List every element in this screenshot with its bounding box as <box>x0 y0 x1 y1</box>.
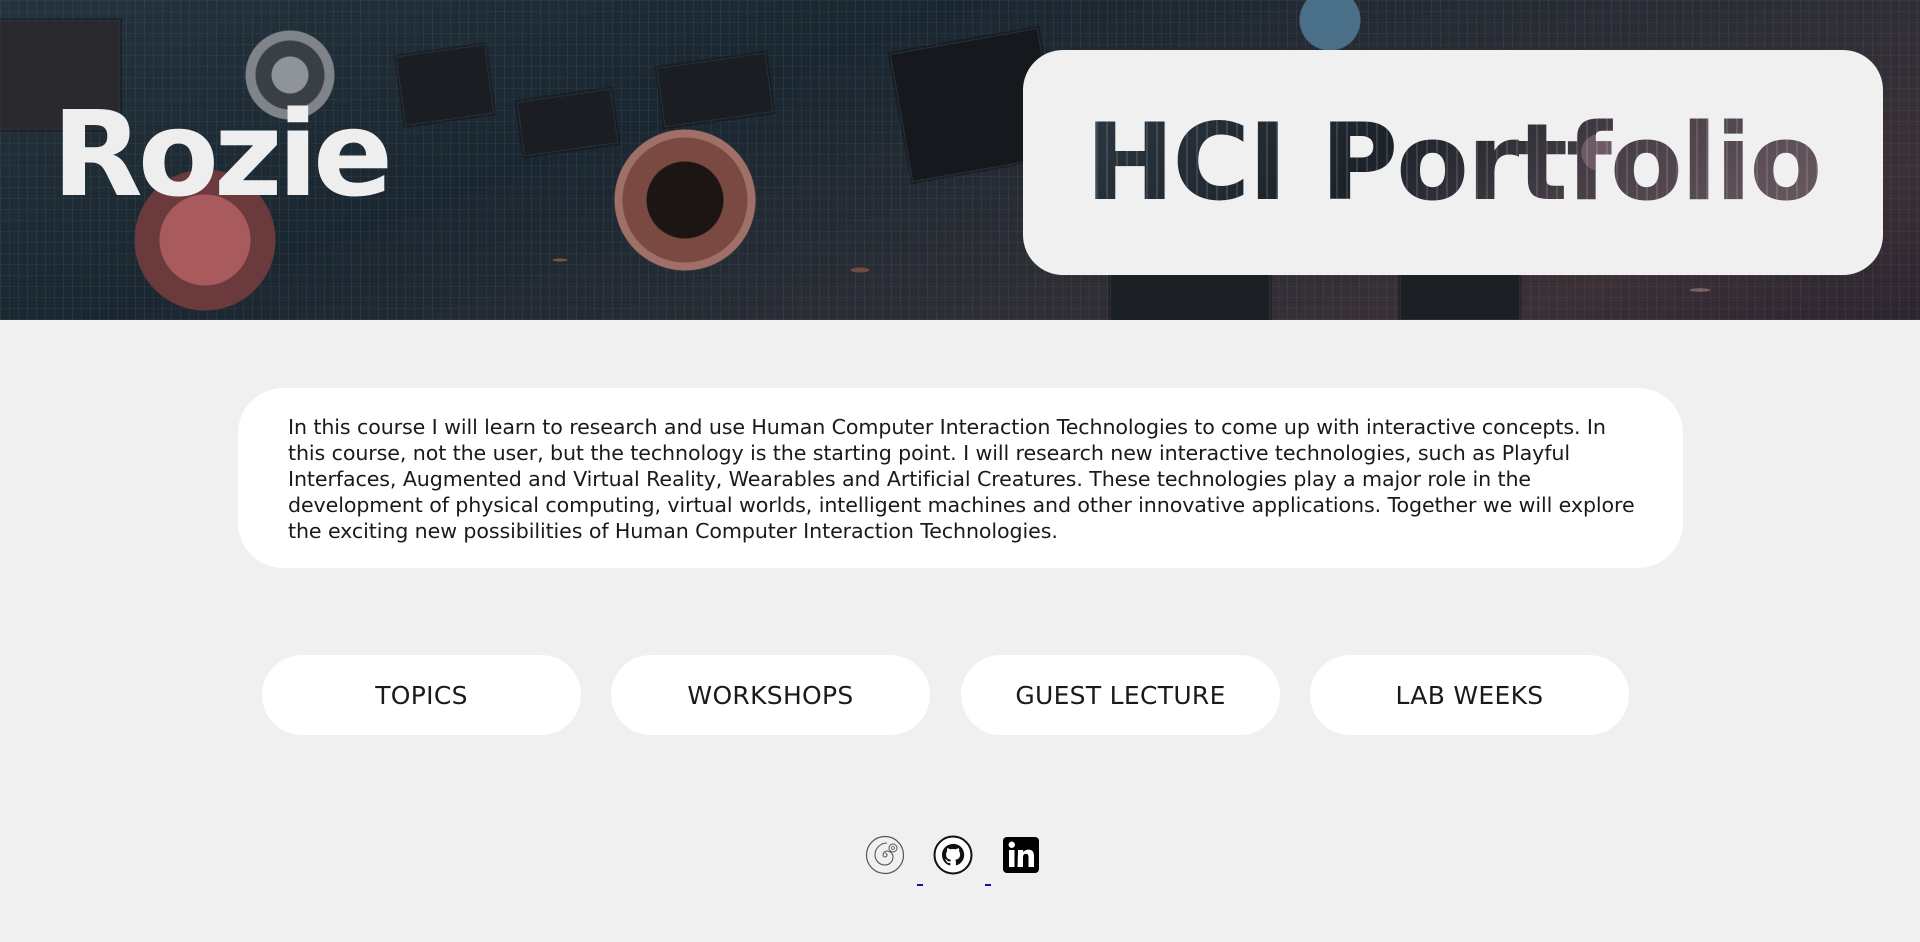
workshops-button[interactable]: WORKSHOPS <box>611 655 930 735</box>
circuit-chip <box>395 44 495 126</box>
topics-button[interactable]: TOPICS <box>262 655 581 735</box>
page-title: HCI Portfolio <box>1085 100 1821 224</box>
circuit-chip <box>1110 270 1270 320</box>
github-icon <box>933 835 973 875</box>
linkedin-icon <box>1003 837 1039 873</box>
social-links <box>865 835 1045 895</box>
lab-weeks-button[interactable]: LAB WEEKS <box>1310 655 1629 735</box>
github-link[interactable] <box>933 835 973 875</box>
circuit-chip <box>516 88 619 157</box>
course-description-card: In this course I will learn to research … <box>238 388 1683 568</box>
spiral-logo-icon <box>865 835 905 875</box>
linkedin-link[interactable] <box>1001 835 1041 875</box>
title-card: HCI Portfolio <box>1023 50 1883 275</box>
hero-banner: Rozie HCI Portfolio <box>0 0 1920 320</box>
main-navigation: TOPICS WORKSHOPS GUEST LECTURE LAB WEEKS <box>262 655 1652 735</box>
course-description: In this course I will learn to research … <box>288 415 1635 543</box>
spiral-logo-link[interactable] <box>865 835 905 875</box>
link-underline <box>917 884 923 886</box>
link-underline <box>985 884 991 886</box>
author-name: Rozie <box>52 85 393 223</box>
guest-lecture-button[interactable]: GUEST LECTURE <box>961 655 1280 735</box>
circuit-chip <box>1400 270 1520 320</box>
circuit-chip <box>656 52 774 128</box>
